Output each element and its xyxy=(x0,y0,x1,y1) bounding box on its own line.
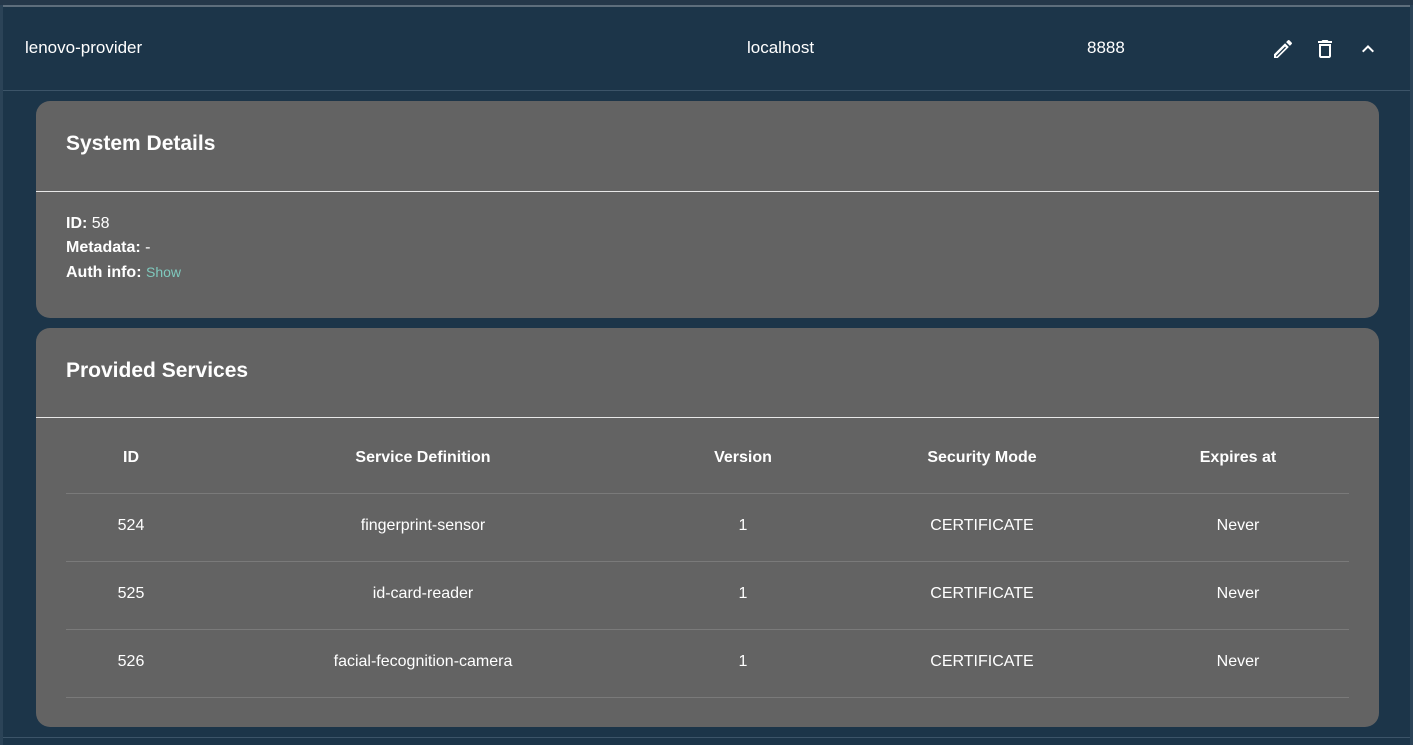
collapse-button[interactable] xyxy=(1353,34,1383,64)
system-details-card: System Details ID: 58 Metadata: - Auth i… xyxy=(36,101,1379,318)
provided-services-card: Provided Services ID Service Definition … xyxy=(36,328,1379,727)
card-divider xyxy=(36,191,1379,192)
edit-button[interactable] xyxy=(1268,34,1298,64)
cell-version: 1 xyxy=(738,517,748,534)
system-port: 8888 xyxy=(1087,38,1125,57)
metadata-value: - xyxy=(145,239,151,256)
table-row[interactable]: 526 facial-fecognition-camera 1 CERTIFIC… xyxy=(66,630,1349,698)
column-header-security-mode[interactable]: Security Mode xyxy=(927,449,1036,467)
bottom-divider xyxy=(3,737,1410,738)
metadata-label: Metadata: xyxy=(66,239,141,256)
column-header-expires-at[interactable]: Expires at xyxy=(1200,449,1276,467)
system-panel: lenovo-provider localhost 8888 System De… xyxy=(0,0,1413,745)
cell-service-definition: facial-fecognition-camera xyxy=(333,653,513,670)
cell-security-mode: CERTIFICATE xyxy=(930,585,1034,602)
id-label: ID: xyxy=(66,215,88,232)
detail-id: ID: 58 xyxy=(66,214,110,234)
chevron-up-icon xyxy=(1362,45,1374,53)
trash-icon xyxy=(1318,40,1332,58)
id-value: 58 xyxy=(91,215,110,232)
system-name: lenovo-provider xyxy=(25,38,143,57)
cell-version: 1 xyxy=(738,585,748,602)
system-details-title: System Details xyxy=(66,132,216,155)
cell-expires-at: Never xyxy=(1216,585,1260,602)
system-header-row[interactable]: lenovo-provider localhost 8888 xyxy=(3,7,1410,90)
cell-id: 524 xyxy=(117,517,145,534)
detail-metadata: Metadata: - xyxy=(66,238,150,258)
table-header: ID Service Definition Version Security M… xyxy=(66,438,1349,494)
cell-security-mode: CERTIFICATE xyxy=(930,653,1034,670)
cell-expires-at: Never xyxy=(1216,653,1260,670)
cell-service-definition: id-card-reader xyxy=(372,585,474,602)
cell-version: 1 xyxy=(738,653,748,670)
table-row[interactable]: 525 id-card-reader 1 CERTIFICATE Never xyxy=(66,562,1349,630)
pencil-icon xyxy=(1274,39,1293,58)
table-row[interactable]: 524 fingerprint-sensor 1 CERTIFICATE Nev… xyxy=(66,494,1349,562)
left-border xyxy=(0,5,3,745)
delete-button[interactable] xyxy=(1310,34,1340,64)
cell-id: 526 xyxy=(117,653,145,670)
show-auth-link[interactable]: Show xyxy=(146,264,181,280)
system-address: localhost xyxy=(747,38,815,57)
card-divider xyxy=(36,417,1379,418)
cell-service-definition: fingerprint-sensor xyxy=(360,517,486,534)
cell-security-mode: CERTIFICATE xyxy=(930,517,1034,534)
provided-services-title: Provided Services xyxy=(66,359,249,382)
column-header-service-definition[interactable]: Service Definition xyxy=(355,449,490,467)
detail-auth-info: Auth info: Show xyxy=(66,262,181,283)
column-header-version[interactable]: Version xyxy=(714,449,772,467)
auth-info-label: Auth info: xyxy=(66,264,142,281)
services-table: ID Service Definition Version Security M… xyxy=(66,438,1349,698)
column-header-id[interactable]: ID xyxy=(123,449,139,467)
header-divider xyxy=(3,90,1410,91)
cell-id: 525 xyxy=(117,585,145,602)
cell-expires-at: Never xyxy=(1216,517,1260,534)
